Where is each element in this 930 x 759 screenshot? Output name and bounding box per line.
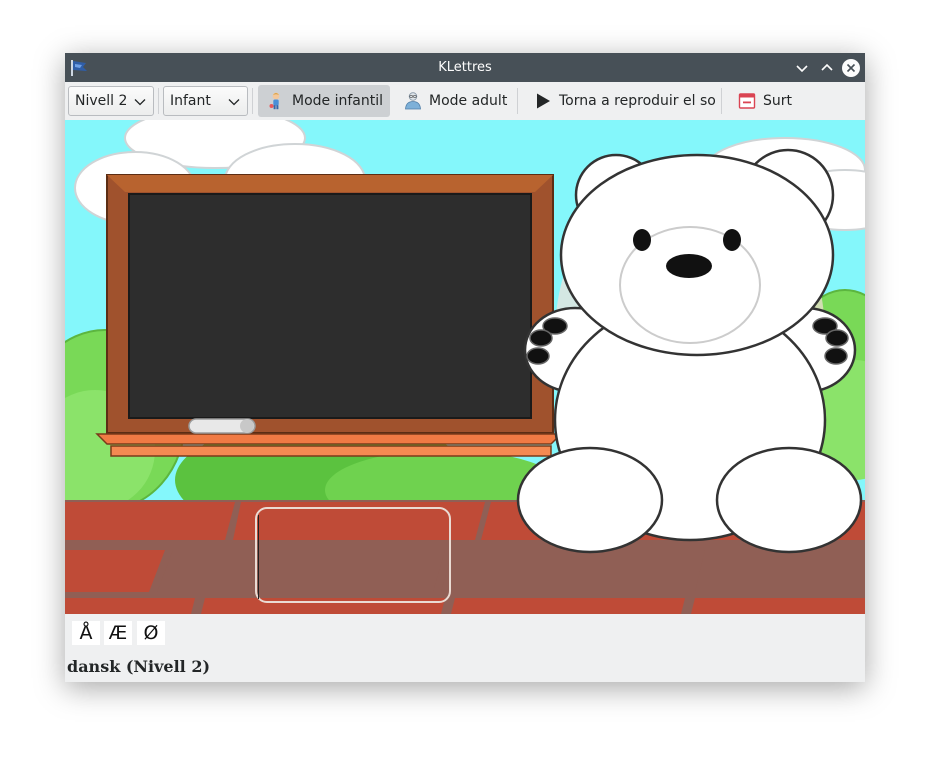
text-caret: [258, 515, 259, 599]
level-combobox[interactable]: Nivell 2: [68, 86, 154, 116]
chevron-down-icon: [228, 99, 240, 106]
main-toolbar: Nivell 2 Infant Mode infantil Mode adult…: [65, 82, 865, 121]
toolbar-separator: [517, 88, 518, 114]
kid-mode-label: Mode infantil: [292, 93, 384, 109]
title-bar[interactable]: KLettres: [65, 53, 865, 82]
grownup-mode-label: Mode adult: [429, 93, 508, 109]
toolbar-separator: [158, 88, 159, 114]
blackboard: [95, 174, 563, 457]
status-bar-text: dansk (Nivell 2): [67, 657, 211, 676]
app-window: KLettres Nivell 2 Infant Mode infantil M…: [65, 53, 865, 682]
quit-label: Surt: [763, 93, 793, 109]
letter-button-a-ring[interactable]: Å: [72, 621, 100, 645]
toolbar-separator: [252, 88, 253, 114]
child-icon: [269, 92, 280, 110]
toolbar-separator: [721, 88, 722, 114]
chevron-down-icon[interactable]: [792, 58, 812, 78]
chevron-up-icon[interactable]: [817, 58, 837, 78]
letter-button-ae[interactable]: Æ: [104, 621, 132, 645]
close-icon[interactable]: [841, 58, 861, 78]
adult-icon: [405, 92, 421, 110]
mode-combobox[interactable]: Infant: [163, 86, 248, 116]
scene-background: [65, 120, 865, 614]
chevron-down-icon: [134, 99, 146, 106]
answer-input[interactable]: [255, 507, 451, 603]
quit-button[interactable]: Surt: [729, 85, 799, 117]
game-scene: [65, 120, 865, 614]
grownup-mode-button[interactable]: Mode adult: [395, 85, 510, 117]
replay-sound-button[interactable]: Torna a reproduir el so: [525, 85, 716, 117]
quit-icon: [738, 93, 756, 109]
kid-mode-button[interactable]: Mode infantil: [258, 85, 390, 117]
level-combobox-value: Nivell 2: [75, 93, 128, 109]
window-title: KLettres: [438, 60, 492, 75]
mode-combobox-value: Infant: [170, 93, 211, 109]
replay-sound-label: Torna a reproduir el so: [559, 93, 716, 109]
letter-button-o-slash[interactable]: Ø: [137, 621, 165, 645]
play-icon: [537, 93, 550, 109]
